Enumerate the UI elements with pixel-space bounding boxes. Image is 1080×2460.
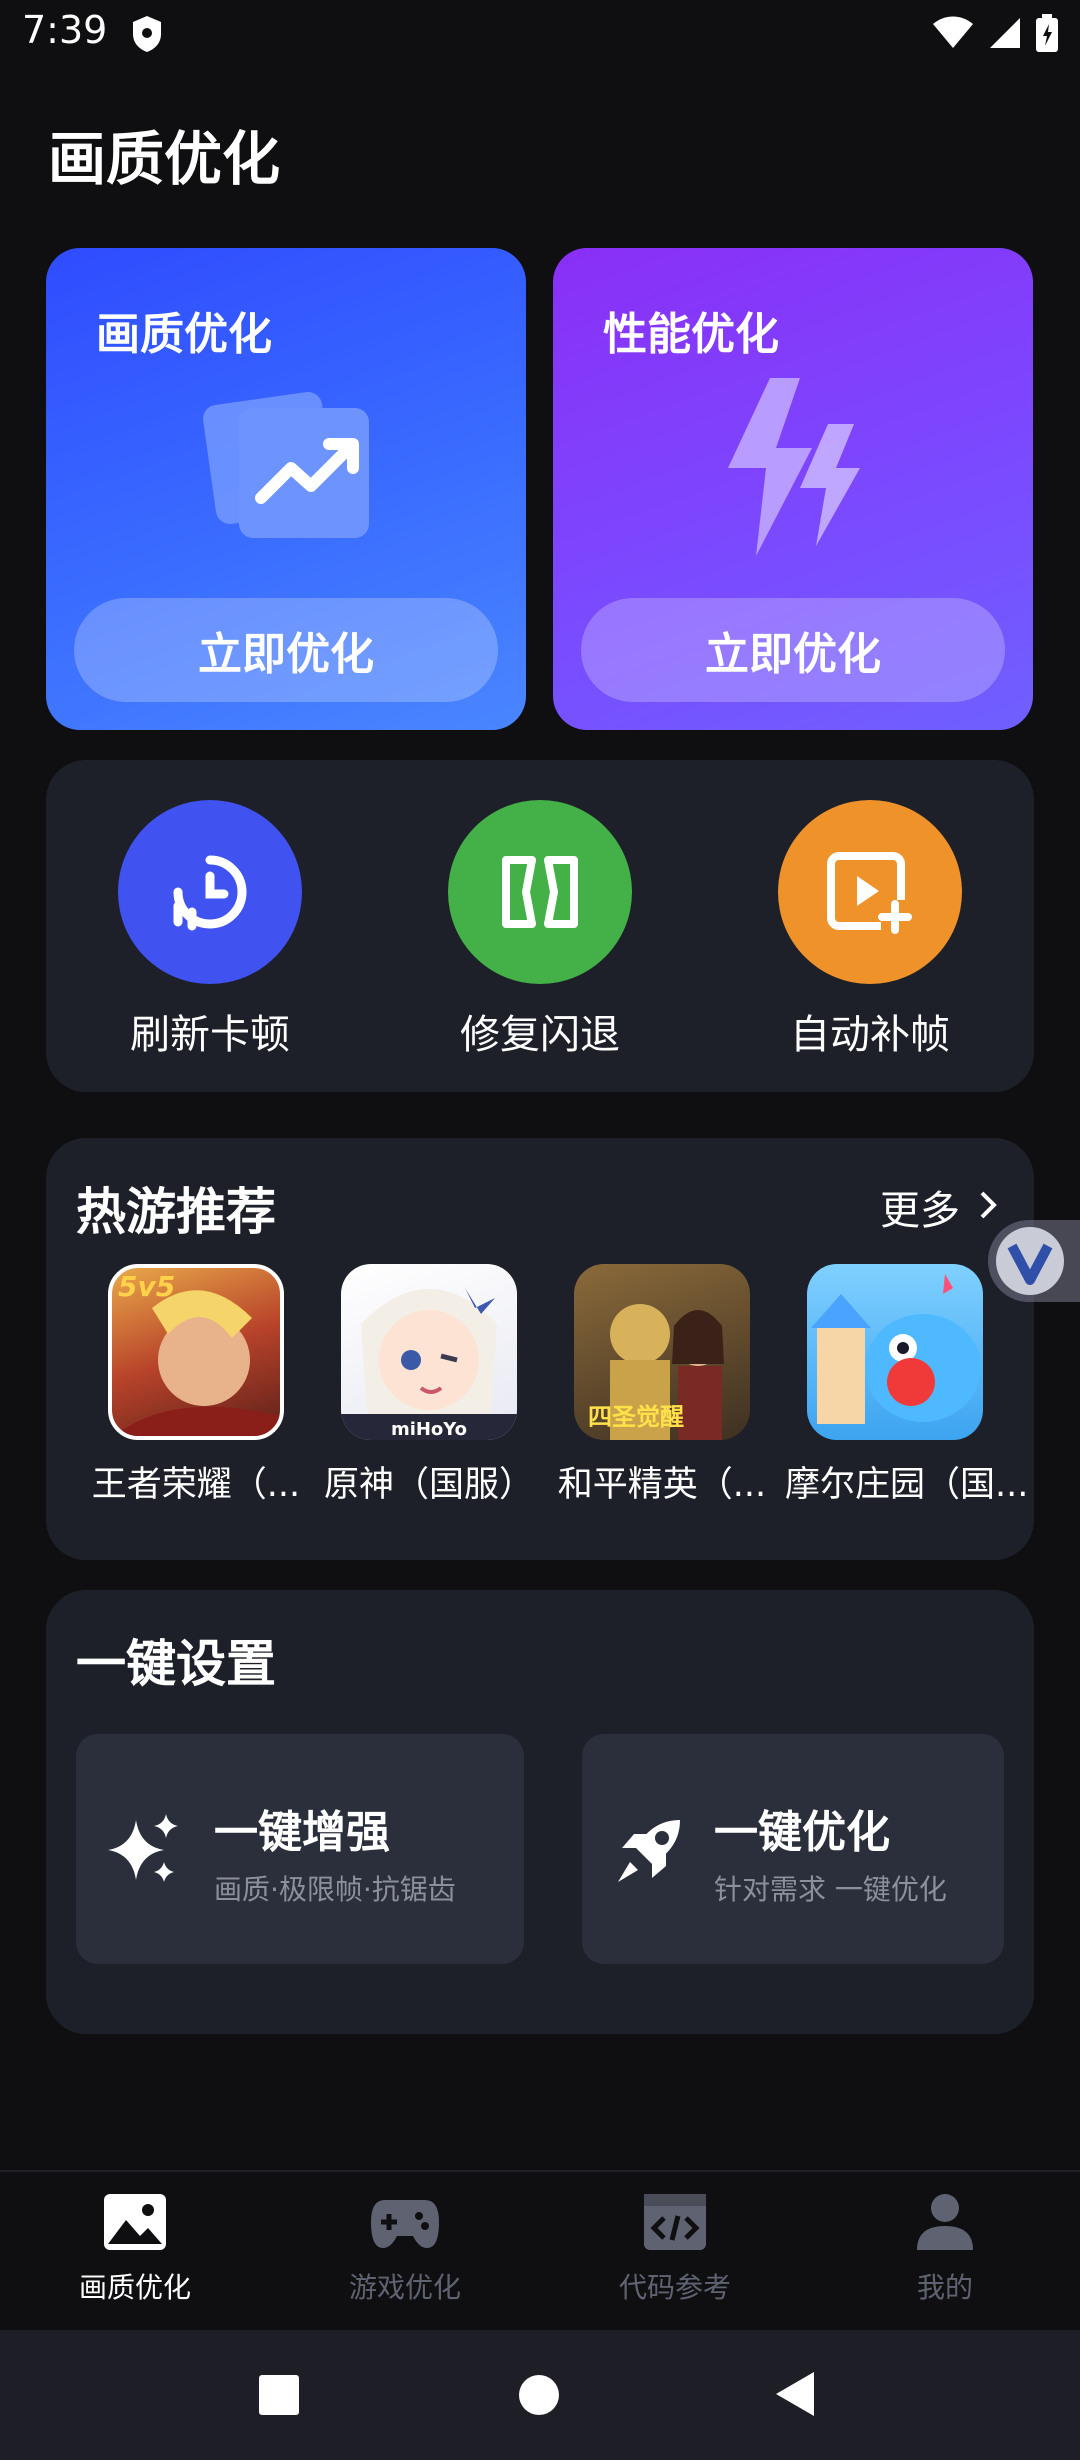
gamepad-icon [369, 2192, 441, 2256]
nav-label: 游戏优化 [348, 2271, 461, 2304]
hot-games-panel: 热游推荐 更多 5v5 王者荣耀（... miHoYo 原神（国服） 四圣觉醒 … [46, 1138, 1034, 1560]
performance-optimize-button[interactable]: 立即优化 [581, 598, 1005, 702]
game-name: 王者荣耀（... [91, 1465, 301, 1505]
performance-optimize-title: 性能优化 [603, 309, 779, 360]
image-icon [102, 2192, 168, 2256]
home-button[interactable] [518, 2374, 560, 2420]
repair-frame-icon [448, 800, 632, 984]
quality-optimize-title: 画质优化 [96, 309, 272, 360]
video-add-icon [778, 800, 962, 984]
game-icon-label: 四圣觉醒 [588, 1403, 684, 1431]
nav-tab-quality[interactable]: 画质优化 [0, 2192, 270, 2306]
nav-tab-game[interactable]: 游戏优化 [270, 2192, 540, 2306]
page-title: 画质优化 [48, 125, 281, 193]
quality-optimize-card[interactable]: 画质优化 立即优化 [46, 248, 526, 730]
tool-refresh-lag[interactable]: 刷新卡顿 [60, 800, 360, 1060]
game-name: 摩尔庄园（国... [785, 1465, 1029, 1505]
game-icon-ys: miHoYo [341, 1264, 517, 1440]
nav-tab-code[interactable]: 代码参考 [540, 2192, 810, 2306]
one-key-settings-panel: 一键设置 一键增强 画质·极限帧·抗锯齿 一键优化 针对需求 一键优化 [46, 1590, 1034, 2034]
quality-optimize-button[interactable]: 立即优化 [74, 598, 498, 702]
game-icon-wzry: 5v5 [108, 1264, 284, 1440]
setting-title: 一键增强 [214, 1807, 390, 1858]
more-link[interactable]: 更多 [880, 1178, 998, 1236]
tool-label: 自动补帧 [790, 1012, 950, 1058]
shield-icon [130, 14, 164, 58]
wifi-icon [932, 16, 974, 54]
more-label: 更多 [880, 1188, 960, 1234]
back-button[interactable] [774, 2370, 816, 2422]
trend-chart-icon [191, 378, 381, 552]
game-item-wzry[interactable]: 5v5 王者荣耀（... [86, 1264, 306, 1507]
setting-subtitle: 针对需求 一键优化 [714, 1873, 947, 1906]
game-name: 原神（国服） [323, 1465, 534, 1505]
one-key-enhance-card[interactable]: 一键增强 画质·极限帧·抗锯齿 [76, 1734, 524, 1964]
clock-refresh-icon [118, 800, 302, 984]
bottom-navigation: 画质优化 游戏优化 代码参考 我的 [0, 2170, 1080, 2330]
status-icons [932, 14, 1058, 56]
nav-label: 代码参考 [618, 2271, 731, 2304]
tool-auto-frame[interactable]: 自动补帧 [720, 800, 1020, 1060]
setting-title: 一键优化 [714, 1807, 890, 1858]
sparkle-icon [106, 1812, 182, 1892]
game-icon-hpjy: 四圣觉醒 [574, 1264, 750, 1440]
nav-tab-profile[interactable]: 我的 [810, 2192, 1080, 2306]
floating-assistant-button[interactable] [988, 1220, 1080, 1302]
settings-title: 一键设置 [76, 1635, 276, 1693]
system-navigation-bar [0, 2330, 1080, 2460]
tool-label: 刷新卡顿 [130, 1012, 290, 1058]
person-icon [915, 2192, 975, 2256]
status-time: 7:39 [22, 8, 108, 52]
game-item-ys[interactable]: miHoYo 原神（国服） [319, 1264, 539, 1507]
recents-button[interactable] [258, 2374, 300, 2420]
nav-label: 画质优化 [78, 2271, 191, 2304]
tool-fix-crash[interactable]: 修复闪退 [390, 800, 690, 1060]
signal-icon [988, 16, 1022, 54]
game-item-mezy[interactable]: 摩尔庄园（国... [785, 1264, 1029, 1507]
game-name: 和平精英（... [557, 1465, 767, 1505]
game-item-hpjy[interactable]: 四圣觉醒 和平精英（... [552, 1264, 772, 1507]
tool-label: 修复闪退 [460, 1012, 620, 1058]
hot-games-title: 热游推荐 [76, 1183, 276, 1241]
rocket-icon [612, 1812, 688, 1892]
code-icon [642, 2192, 708, 2256]
quick-tools-panel: 刷新卡顿 修复闪退 自动补帧 [46, 760, 1034, 1092]
lightning-icon [708, 378, 878, 562]
one-key-optimize-card[interactable]: 一键优化 针对需求 一键优化 [582, 1734, 1004, 1964]
status-bar: 7:39 [0, 0, 1080, 70]
battery-icon [1036, 14, 1058, 56]
game-icon-label: 5v5 [118, 1270, 176, 1303]
performance-optimize-card[interactable]: 性能优化 立即优化 [553, 248, 1033, 730]
nav-label: 我的 [916, 2271, 973, 2304]
game-icon-label: miHoYo [390, 1419, 468, 1440]
setting-subtitle: 画质·极限帧·抗锯齿 [214, 1873, 456, 1906]
game-icon-mezy [807, 1264, 983, 1440]
